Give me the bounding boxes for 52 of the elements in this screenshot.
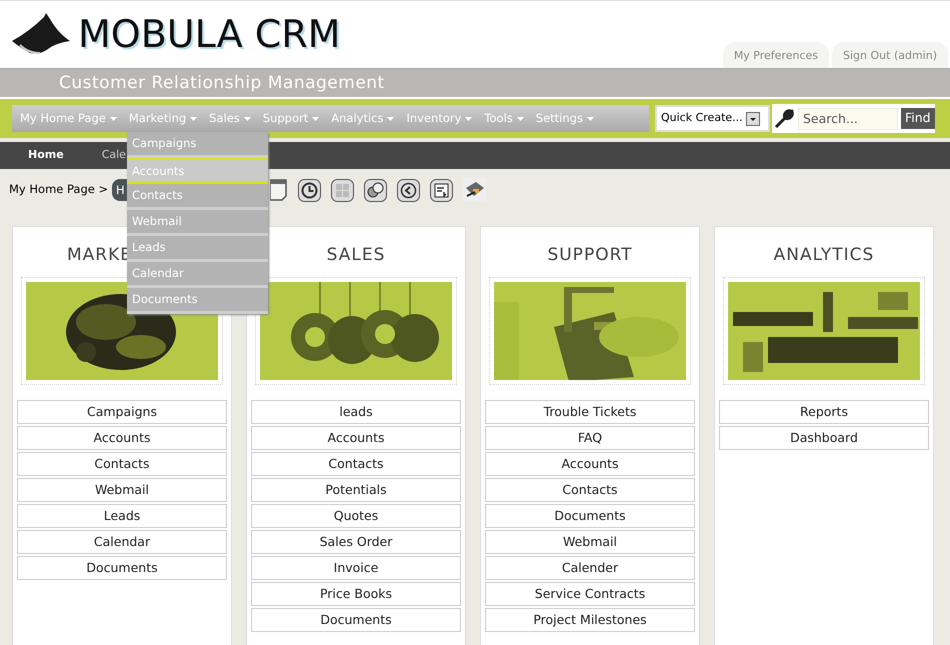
breadcrumb: My Home Page > [9, 181, 109, 198]
module-link[interactable]: Accounts [485, 452, 695, 476]
caret-icon [387, 116, 394, 120]
module-link[interactable]: Dashboard [719, 426, 929, 450]
caret-icon [110, 116, 117, 120]
chat-icon[interactable] [364, 178, 387, 202]
caret-icon [312, 116, 320, 120]
module-link[interactable]: Contacts [485, 478, 695, 502]
search-field[interactable]: Search... [798, 108, 898, 130]
module-link[interactable]: Price Books [251, 582, 461, 606]
module-title: ANALYTICS [774, 244, 874, 266]
module-link[interactable]: FAQ [485, 426, 695, 450]
module-link[interactable]: Calendar [17, 530, 227, 554]
sub-nav-tab[interactable]: Home [28, 147, 64, 164]
sub-nav-tab[interactable]: Cale [102, 147, 126, 164]
manta-ray-logo-icon [10, 13, 70, 55]
caret-icon [244, 116, 251, 120]
caret-icon [465, 116, 472, 120]
module-link[interactable]: Contacts [251, 452, 461, 476]
module-link[interactable]: Documents [485, 504, 695, 528]
module-link[interactable]: Invoice [251, 556, 461, 580]
module-link[interactable]: Quotes [251, 504, 461, 528]
module-title: SUPPORT [547, 244, 633, 266]
app-title: MOBULA CRM [78, 11, 340, 57]
module-link[interactable]: Webmail [485, 530, 695, 554]
module-link[interactable]: Potentials [251, 478, 461, 502]
caret-icon [516, 116, 524, 120]
module-link[interactable]: Accounts [17, 426, 227, 450]
quick-create-select[interactable]: Quick Create... [655, 105, 770, 132]
module-link[interactable]: Reports [719, 400, 929, 424]
module-link[interactable]: Contacts [17, 452, 227, 476]
breadcrumb-current[interactable]: H [112, 179, 127, 201]
module-link[interactable]: Documents [17, 556, 227, 580]
caret-icon [190, 116, 198, 120]
notepad-icon[interactable] [270, 179, 288, 201]
module-link[interactable]: Accounts [251, 426, 461, 450]
module-title: SALES [326, 244, 386, 266]
caret-icon [586, 116, 594, 120]
module-link[interactable]: Documents [251, 608, 461, 632]
find-button[interactable]: Find [901, 108, 935, 129]
module-link[interactable]: Trouble Tickets [485, 400, 695, 424]
module-link[interactable]: Webmail [17, 478, 227, 502]
module-link[interactable]: Project Milestones [485, 608, 695, 632]
module-link[interactable]: Campaigns [17, 400, 227, 424]
module-link[interactable]: Calender [485, 556, 695, 580]
window-icon[interactable] [430, 178, 453, 202]
clock-icon[interactable] [298, 178, 321, 202]
module-link[interactable]: leads [251, 400, 461, 424]
tagline-bar: Customer Relationship Management [0, 68, 950, 97]
module-link[interactable]: Sales Order [251, 530, 461, 554]
module-link[interactable]: Leads [17, 504, 227, 528]
module-link[interactable]: Service Contracts [485, 582, 695, 606]
